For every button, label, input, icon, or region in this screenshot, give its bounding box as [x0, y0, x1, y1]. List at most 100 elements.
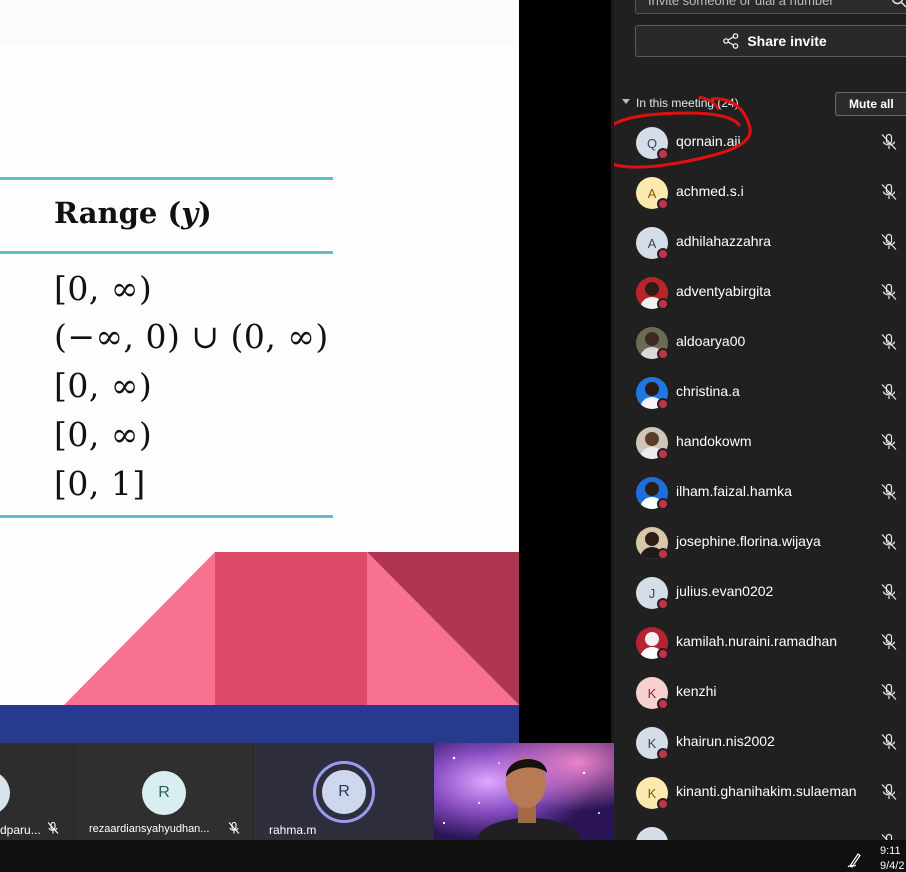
participant-name: ilham.faizal.hamka [676, 483, 792, 499]
range-value: [0, 1] [54, 464, 146, 503]
photo-head [645, 632, 659, 646]
participant-name: kenzhi [676, 683, 717, 699]
tile-avatar: R [142, 771, 186, 815]
presence-badge [657, 248, 669, 260]
photo-head [645, 382, 659, 396]
mic-off-icon[interactable] [880, 133, 898, 151]
presence-badge [657, 598, 669, 610]
invite-input[interactable]: Invite someone or dial a number [635, 0, 906, 14]
participant-row[interactable]: handokowm [614, 418, 906, 468]
range-value: [0, ∞) [54, 269, 153, 308]
participant-row[interactable]: christina.a [614, 368, 906, 418]
photo-head [645, 482, 659, 496]
mic-off-icon[interactable] [880, 483, 898, 501]
presence-badge [657, 548, 669, 560]
stage-gap [519, 0, 613, 743]
mic-off-icon[interactable] [880, 833, 898, 840]
clock-date: 9/4/2 [880, 860, 905, 872]
photo-head [645, 432, 659, 446]
mute-all-label: Mute all [849, 97, 894, 111]
photo-head [645, 532, 659, 546]
share-invite-label: Share invite [747, 33, 827, 49]
photo-head [645, 332, 659, 346]
participant-name: achmed.s.i [676, 183, 744, 199]
range-value: [0, ∞) [54, 366, 153, 405]
avatar-initial: K [647, 785, 657, 801]
camera-feed-image [434, 743, 614, 840]
search-icon[interactable] [890, 0, 906, 9]
mic-off-icon [47, 821, 59, 834]
mic-off-icon[interactable] [880, 683, 898, 701]
participant-row[interactable]: ilham.faizal.hamka [614, 468, 906, 518]
participant-row[interactable]: Kkhairun.nis2002 [614, 718, 906, 768]
presence-badge [657, 348, 669, 360]
meeting-window: Range (y) [0, ∞) (−∞, 0) ∪ (0, ∞) [0, ∞)… [0, 0, 906, 872]
range-value: (−∞, 0) ∪ (0, ∞) [54, 317, 329, 356]
participant-row[interactable]: kamilah.nuraini.ramadhan [614, 618, 906, 668]
video-strip: dparu... R rezaardiansyahyudhan... R rah… [0, 743, 614, 840]
mic-off-icon[interactable] [880, 283, 898, 301]
shared-slide: Range (y) [0, ∞) (−∞, 0) ∪ (0, ∞) [0, ∞)… [0, 0, 519, 743]
tile-name: rahma.m [269, 823, 317, 837]
presence-badge [657, 448, 669, 460]
participant-row[interactable]: Kkenzhi [614, 668, 906, 718]
avatar-initial: K [647, 685, 657, 701]
mic-off-icon[interactable] [880, 183, 898, 201]
mute-all-button[interactable]: Mute all [835, 92, 906, 116]
taskbar: 9:11 9/4/2 [0, 840, 906, 872]
table-rule-mid [0, 251, 333, 254]
table-rule-bottom [0, 515, 333, 518]
participant-row[interactable]: aldoarya00 [614, 318, 906, 368]
participant-row[interactable]: Jjulius.evan0202 [614, 568, 906, 618]
presence-badge [657, 698, 669, 710]
participant-name: handokowm [676, 433, 752, 449]
avatar-initial: A [647, 185, 657, 201]
presence-badge [657, 298, 669, 310]
participant-row[interactable]: adventyabirgita [614, 268, 906, 318]
video-tile-speaking[interactable]: R rahma.m [254, 743, 433, 840]
range-value: [0, ∞) [54, 415, 153, 454]
participant-name: julius.evan0202 [676, 583, 774, 599]
mic-off-icon[interactable] [880, 533, 898, 551]
mic-off-icon[interactable] [880, 733, 898, 751]
mic-off-icon[interactable] [880, 233, 898, 251]
participant-row[interactable]: Kkinanti.ghanihakim.sulaeman [614, 768, 906, 818]
mic-off-icon[interactable] [880, 333, 898, 351]
participant-name: kinanti.ghanihakim.sulaeman [676, 783, 857, 799]
video-tile-camera[interactable] [434, 743, 614, 840]
mic-off-icon[interactable] [880, 583, 898, 601]
participant-name: adhilahazzahra [676, 233, 771, 249]
mic-off-icon[interactable] [880, 783, 898, 801]
mic-off-icon [228, 821, 240, 834]
clock-time: 9:11 [880, 845, 901, 857]
tile-avatar-initial: R [338, 783, 350, 800]
tile-avatar: R [322, 770, 366, 814]
video-tile[interactable]: R rezaardiansyahyudhan... [75, 743, 252, 840]
participant-name: christina.a [676, 383, 740, 399]
range-heading-prefix: Range ( [54, 196, 182, 230]
range-heading: Range (y) [54, 196, 212, 230]
pen-icon[interactable] [846, 851, 864, 869]
invite-placeholder: Invite someone or dial a number [648, 0, 834, 8]
photo-head [645, 282, 659, 296]
participant-row[interactable]: Aadhilahazzahra [614, 218, 906, 268]
presence-badge [657, 198, 669, 210]
mic-off-icon[interactable] [880, 633, 898, 651]
participant-name: aldoarya00 [676, 333, 746, 349]
share-icon [723, 33, 739, 49]
presence-badge [657, 398, 669, 410]
system-clock[interactable]: 9:11 9/4/2 [880, 844, 904, 872]
video-tile[interactable]: dparu... [0, 743, 73, 840]
participant-name: kamilah.nuraini.ramadhan [676, 633, 838, 649]
mic-off-icon[interactable] [880, 383, 898, 401]
participant-name: josephine.florina.wijaya [676, 533, 821, 549]
slide-top-band [0, 0, 519, 46]
share-invite-button[interactable]: Share invite [635, 25, 906, 57]
slide-bottom-bar [0, 705, 519, 743]
range-heading-var: y [181, 196, 199, 230]
presence-badge [657, 498, 669, 510]
participant-row[interactable] [614, 818, 906, 840]
participant-row[interactable]: josephine.florina.wijaya [614, 518, 906, 568]
mic-off-icon[interactable] [880, 433, 898, 451]
participant-name: adventyabirgita [676, 283, 771, 299]
